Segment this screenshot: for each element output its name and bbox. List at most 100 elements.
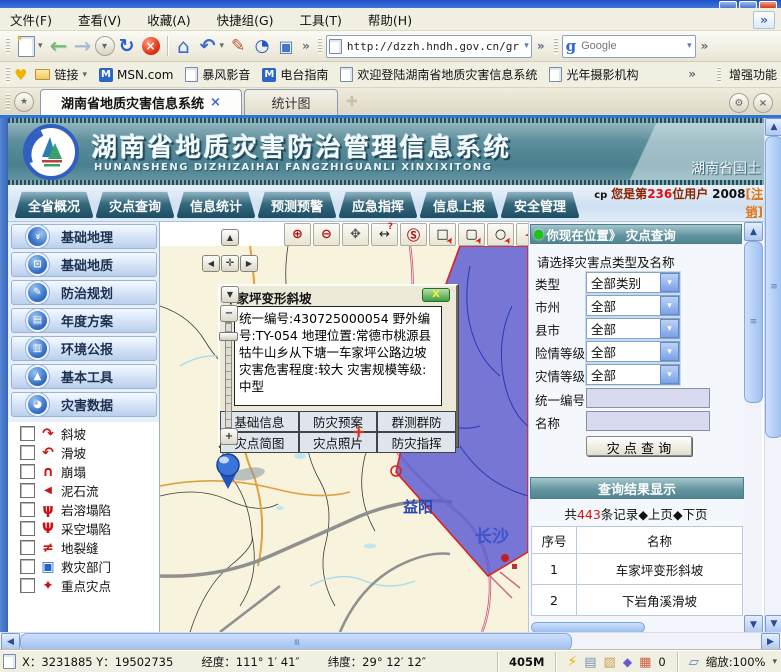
toolbar-grip[interactable] bbox=[6, 38, 10, 54]
nav-forecast-warning[interactable]: 预测预警 bbox=[257, 191, 337, 219]
county-select[interactable]: 全部▾ bbox=[586, 318, 680, 339]
nav-province-overview[interactable]: 全省概况 bbox=[14, 191, 94, 219]
checkbox-debris-flow[interactable] bbox=[20, 483, 35, 498]
unified-id-input[interactable] bbox=[586, 388, 710, 408]
new-page-button[interactable]: ★ bbox=[14, 34, 38, 58]
menu-collapse-button[interactable]: » bbox=[753, 11, 775, 29]
browser-scroll-down-button[interactable]: ▼ bbox=[765, 615, 781, 633]
url-input[interactable] bbox=[345, 39, 521, 54]
popup-btn-group-monitor[interactable]: 群测群防 bbox=[377, 411, 456, 432]
browser-scroll-up-button[interactable]: ▲ bbox=[765, 118, 781, 136]
sidebar-item-basic-tools[interactable]: ▲基本工具 bbox=[11, 364, 157, 389]
popup-close-button[interactable]: X bbox=[422, 288, 450, 302]
map-measure-button[interactable]: ↔? bbox=[371, 223, 398, 246]
tab-close-all-button[interactable]: × bbox=[753, 93, 773, 113]
forward-button[interactable]: → bbox=[71, 34, 95, 58]
map-zoom-in-button[interactable]: ⊕ bbox=[284, 223, 311, 246]
menu-quickgroup[interactable]: 快捷组(G) bbox=[217, 10, 274, 29]
zoom-slider-plus-button[interactable]: + bbox=[220, 428, 238, 445]
tabbar-grip[interactable] bbox=[6, 94, 10, 110]
url-overflow-chevron[interactable]: » bbox=[537, 39, 545, 53]
sidebar-item-disaster-data[interactable]: ◕灾害数据 bbox=[11, 392, 157, 417]
search-grip[interactable] bbox=[554, 38, 558, 54]
new-page-dropdown[interactable]: ▾ bbox=[38, 41, 43, 51]
prev-page-link[interactable]: ◆上页 bbox=[638, 507, 673, 522]
screen-capture-button[interactable]: ▣ bbox=[274, 34, 298, 58]
zoom-slider-minus-button[interactable]: − bbox=[220, 305, 238, 322]
checkbox-karst[interactable] bbox=[20, 502, 35, 517]
disaster-level-select[interactable]: 全部▾ bbox=[586, 364, 680, 385]
checkbox-mining[interactable] bbox=[20, 521, 35, 536]
type-select[interactable]: 全部类别▾ bbox=[586, 272, 680, 293]
menu-view[interactable]: 查看(V) bbox=[78, 10, 121, 29]
sidebar-item-prevention-plan[interactable]: ✎防治规划 bbox=[11, 280, 157, 305]
browser-scroll-thumb[interactable]: ≡ bbox=[765, 136, 781, 438]
popup-btn-prevention-plan[interactable]: 防灾预案 bbox=[299, 411, 378, 432]
tab-close-icon[interactable]: × bbox=[210, 95, 221, 110]
chevron-down-icon[interactable]: ▾ bbox=[660, 365, 679, 384]
map-zoom-out-button[interactable]: ⊖ bbox=[313, 223, 340, 246]
menu-favorites[interactable]: 收藏(A) bbox=[147, 10, 190, 29]
bookmark-photo-studio[interactable]: 光年摄影机构 bbox=[549, 66, 638, 83]
bookmark-radio-guide[interactable]: M电台指南 bbox=[262, 66, 328, 83]
diamond-icon[interactable]: ◆ bbox=[623, 655, 632, 669]
chevron-down-icon[interactable]: ▾ bbox=[660, 296, 679, 315]
nav-disaster-query[interactable]: 灾点查询 bbox=[95, 191, 175, 219]
map-circle-select-button[interactable]: ○➤ bbox=[487, 223, 514, 246]
resize-icon[interactable]: ▱ bbox=[689, 655, 699, 670]
url-dropdown[interactable]: ▾ bbox=[524, 41, 529, 51]
tab-statistics[interactable]: 统计图 bbox=[244, 89, 338, 115]
result-row-name[interactable]: 下岩角溪滑坡 bbox=[577, 585, 743, 616]
popup-btn-command[interactable]: 防灾指挥 bbox=[377, 432, 456, 453]
popup-btn-site-photo[interactable]: 灾点照片 bbox=[299, 432, 378, 453]
sidebar-item-annual-plan[interactable]: ▤年度方案 bbox=[11, 308, 157, 333]
checkbox-collapse[interactable] bbox=[20, 464, 35, 479]
hscroll-right-button[interactable]: ▶ bbox=[761, 633, 780, 651]
search-dropdown[interactable]: ▾ bbox=[687, 41, 692, 51]
undo-dropdown[interactable]: ▾ bbox=[220, 41, 225, 51]
home-button[interactable]: ⌂ bbox=[172, 34, 196, 58]
chevron-down-icon[interactable]: ▾ bbox=[660, 273, 679, 292]
title-bar[interactable] bbox=[0, 0, 781, 8]
tab-star-button[interactable]: ★ bbox=[14, 92, 34, 112]
bookmarks-overflow-chevron[interactable]: » bbox=[688, 67, 696, 81]
history-dropdown-button[interactable]: ▾ bbox=[95, 36, 115, 56]
query-button[interactable]: 灾 点 查 询 bbox=[586, 436, 692, 456]
checkbox-landslide[interactable] bbox=[20, 445, 35, 460]
hscroll-left-button[interactable]: ◀ bbox=[1, 633, 20, 651]
map-pan-button[interactable]: ✥ bbox=[342, 223, 369, 246]
nav-security-management[interactable]: 安全管理 bbox=[500, 191, 580, 219]
new-folder-icon[interactable]: ▨ bbox=[604, 655, 616, 670]
chevron-down-icon[interactable]: ▾ bbox=[660, 319, 679, 338]
zoom-level-label[interactable]: 缩放:100% bbox=[706, 654, 766, 670]
map-rect-select-button[interactable]: □➤ bbox=[429, 223, 456, 246]
toolbar-overflow-chevron[interactable]: » bbox=[302, 39, 310, 53]
boost-bolt-icon[interactable]: ⚡ bbox=[567, 654, 577, 670]
pan-up-button[interactable]: ▲ bbox=[221, 229, 239, 246]
refresh-button[interactable]: ↻ bbox=[115, 34, 139, 58]
city-select[interactable]: 全部▾ bbox=[586, 295, 680, 316]
printer-icon[interactable]: ▤ bbox=[584, 655, 596, 670]
ad-blocker-icon[interactable]: ▦ bbox=[639, 655, 651, 670]
logout-link[interactable]: [注销] bbox=[746, 187, 764, 219]
chevron-down-icon[interactable]: ▾ bbox=[660, 342, 679, 361]
hscroll-thumb[interactable]: ≡ bbox=[20, 633, 572, 651]
bookmark-hunan-disaster[interactable]: 欢迎登陆湖南省地质灾害信息系统 bbox=[340, 66, 537, 83]
menu-help[interactable]: 帮助(H) bbox=[368, 10, 412, 29]
pan-left-button[interactable]: ◀ bbox=[202, 255, 220, 272]
pan-down-button[interactable]: ▼ bbox=[221, 286, 239, 303]
tab-tools-button[interactable]: ⚙ bbox=[729, 93, 749, 113]
pan-right-button[interactable]: ▶ bbox=[240, 255, 258, 272]
bookmarks-grip[interactable] bbox=[6, 67, 10, 83]
panel-hscroll-thumb[interactable] bbox=[531, 622, 645, 632]
search-overflow-chevron[interactable]: » bbox=[701, 39, 709, 53]
nav-info-statistics[interactable]: 信息统计 bbox=[176, 191, 256, 219]
zoom-dropdown[interactable]: ▾ bbox=[772, 657, 777, 667]
risk-level-select[interactable]: 全部▾ bbox=[586, 341, 680, 362]
sidebar-item-env-bulletin[interactable]: ▥环境公报 bbox=[11, 336, 157, 361]
sidebar-item-base-geography[interactable]: »基础地理 bbox=[11, 224, 157, 249]
tab-main-active[interactable]: 湖南省地质灾害信息系统 × bbox=[40, 89, 242, 115]
result-row-name[interactable]: 车家坪变形斜坡 bbox=[577, 554, 743, 585]
urlbar-grip[interactable] bbox=[318, 38, 322, 54]
stop-button[interactable]: × bbox=[139, 34, 163, 58]
